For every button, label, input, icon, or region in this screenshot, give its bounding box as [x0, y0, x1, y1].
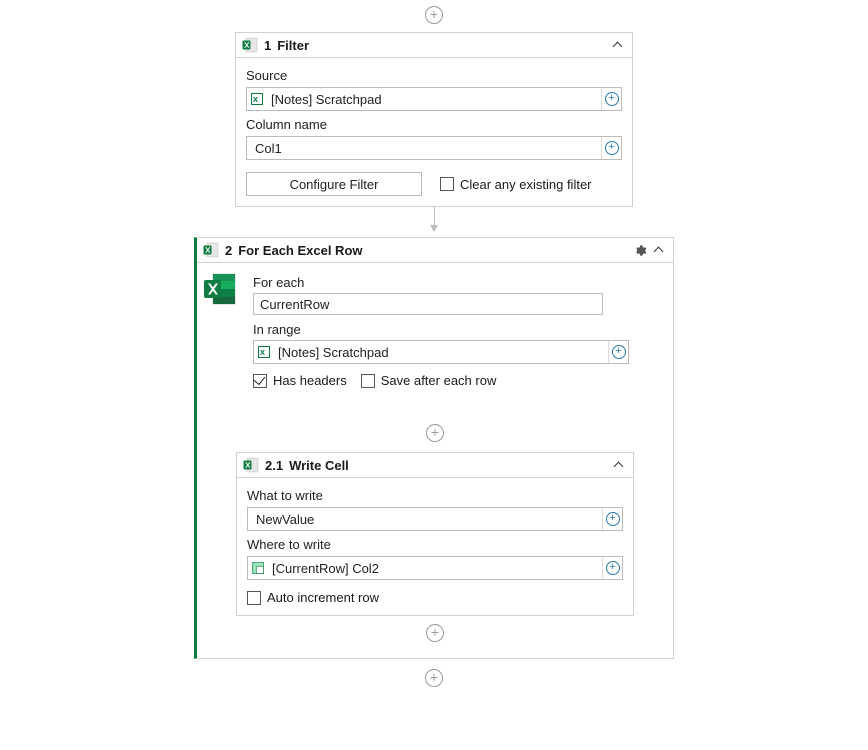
- excel-small-icon: [203, 242, 219, 258]
- connector-arrow: [434, 207, 435, 231]
- for-each-label: For each: [253, 275, 661, 290]
- add-step-inside-bottom[interactable]: [426, 624, 444, 642]
- foreach-activity-panel: 2 For Each Excel Row For each: [194, 237, 674, 659]
- auto-increment-checkbox[interactable]: Auto increment row: [247, 590, 623, 605]
- auto-increment-box[interactable]: [247, 591, 261, 605]
- clear-existing-filter-box[interactable]: [440, 177, 454, 191]
- configure-filter-button[interactable]: Configure Filter: [246, 172, 422, 196]
- foreach-header[interactable]: 2 For Each Excel Row: [197, 238, 673, 263]
- auto-increment-label: Auto increment row: [267, 590, 379, 605]
- save-each-row-label: Save after each row: [381, 373, 497, 388]
- where-to-write-label: Where to write: [247, 537, 623, 552]
- foreach-index: 2: [225, 243, 232, 258]
- filter-column-label: Column name: [246, 117, 622, 132]
- add-step-bottom[interactable]: [425, 669, 443, 687]
- cell-ref-icon: [252, 561, 266, 575]
- writecell-title: Write Cell: [289, 458, 349, 473]
- save-each-row-checkbox[interactable]: Save after each row: [361, 373, 497, 388]
- clear-existing-filter-checkbox[interactable]: Clear any existing filter: [440, 177, 592, 192]
- in-range-label: In range: [253, 322, 661, 337]
- filter-title: Filter: [277, 38, 309, 53]
- filter-column-input[interactable]: Col1: [246, 136, 622, 160]
- filter-source-expand[interactable]: [601, 88, 621, 110]
- filter-index: 1: [264, 38, 271, 53]
- writecell-header[interactable]: 2.1 Write Cell: [237, 453, 633, 478]
- excel-large-icon: [203, 272, 237, 306]
- clear-existing-filter-label: Clear any existing filter: [460, 177, 592, 192]
- has-headers-box[interactable]: [253, 374, 267, 388]
- what-to-write-input[interactable]: NewValue: [247, 507, 623, 531]
- range-icon: x: [258, 345, 272, 359]
- range-icon: x: [251, 92, 265, 106]
- where-to-write-expand[interactable]: [602, 557, 622, 579]
- what-to-write-value: NewValue: [252, 512, 602, 527]
- filter-column-value: Col1: [251, 141, 601, 156]
- filter-header[interactable]: 1 Filter: [236, 33, 632, 58]
- writecell-collapse-toggle[interactable]: [613, 459, 625, 471]
- add-step-top[interactable]: [425, 6, 443, 24]
- foreach-title: For Each Excel Row: [238, 243, 362, 258]
- has-headers-label: Has headers: [273, 373, 347, 388]
- filter-activity-panel: 1 Filter Source x [Notes] Scratchpad Col…: [235, 32, 633, 207]
- filter-source-input[interactable]: x [Notes] Scratchpad: [246, 87, 622, 111]
- writecell-index: 2.1: [265, 458, 283, 473]
- what-to-write-expand[interactable]: [602, 508, 622, 530]
- has-headers-checkbox[interactable]: Has headers: [253, 373, 347, 388]
- add-step-inside-top[interactable]: [426, 424, 444, 442]
- in-range-input[interactable]: x [Notes] Scratchpad: [253, 340, 629, 364]
- filter-source-label: Source: [246, 68, 622, 83]
- filter-column-expand[interactable]: [601, 137, 621, 159]
- in-range-expand[interactable]: [608, 341, 628, 363]
- save-each-row-box[interactable]: [361, 374, 375, 388]
- in-range-value: [Notes] Scratchpad: [276, 345, 608, 360]
- what-to-write-label: What to write: [247, 488, 623, 503]
- writecell-activity-panel: 2.1 Write Cell What to write NewValue Wh…: [236, 452, 634, 616]
- filter-source-value: [Notes] Scratchpad: [269, 92, 601, 107]
- for-each-input[interactable]: CurrentRow: [253, 293, 603, 315]
- where-to-write-value: [CurrentRow] Col2: [270, 561, 602, 576]
- foreach-collapse-toggle[interactable]: [653, 244, 665, 256]
- excel-small-icon: [243, 457, 259, 473]
- filter-collapse-toggle[interactable]: [612, 39, 624, 51]
- where-to-write-input[interactable]: [CurrentRow] Col2: [247, 556, 623, 580]
- gear-icon[interactable]: [631, 242, 647, 258]
- excel-small-icon: [242, 37, 258, 53]
- for-each-value: CurrentRow: [260, 297, 329, 312]
